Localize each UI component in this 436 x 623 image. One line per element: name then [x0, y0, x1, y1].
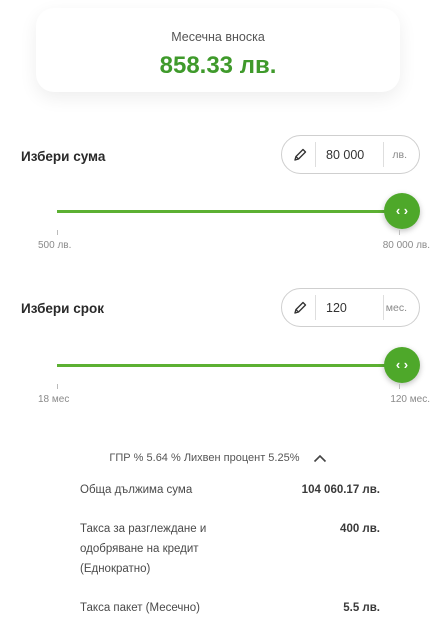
detail-label-package-fee: Такса пакет (Месечно) [80, 602, 200, 614]
amount-input-pill[interactable]: 80 000 лв. [281, 135, 420, 174]
term-max-label: 120 мес. [390, 394, 430, 405]
term-slider-handle[interactable]: ‹ › [384, 347, 420, 383]
term-input-pill[interactable]: 120 мес. [281, 288, 420, 327]
pill-divider [383, 295, 384, 320]
amount-unit: лв. [392, 149, 407, 161]
term-input[interactable]: 120 [326, 301, 347, 315]
amount-slider-handle[interactable]: ‹ › [384, 193, 420, 229]
pill-divider [383, 142, 384, 167]
monthly-payment-value: 858.33 лв. [159, 52, 277, 79]
detail-value-package-fee: 5.5 лв. [343, 602, 380, 614]
term-slider-track[interactable] [57, 364, 400, 367]
chevrons-left-right-icon: ‹ › [395, 203, 409, 218]
pencil-icon[interactable] [292, 147, 308, 163]
term-max-tick [399, 384, 400, 389]
detail-label-total: Обща дължима сума [80, 484, 193, 496]
term-label: Избери срок [21, 301, 104, 316]
pill-divider [315, 295, 316, 320]
pencil-icon[interactable] [292, 300, 308, 316]
rates-summary-toggle[interactable]: ГПР % 5.64 % Лихвен процент 5.25% [0, 452, 436, 464]
monthly-payment-label: Месечна вноска [171, 30, 265, 44]
amount-slider-track[interactable] [57, 210, 400, 213]
term-unit: мес. [385, 302, 407, 314]
monthly-payment-card: Месечна вноска 858.33 лв. [36, 8, 400, 92]
term-min-label: 18 мес [38, 394, 70, 405]
rates-summary-text: ГПР % 5.64 % Лихвен процент 5.25% [109, 452, 300, 464]
amount-input[interactable]: 80 000 [326, 148, 364, 162]
amount-max-tick [399, 230, 400, 235]
amount-max-label: 80 000 лв. [382, 240, 430, 251]
amount-min-tick [57, 230, 58, 235]
pill-divider [315, 142, 316, 167]
amount-label: Избери сума [21, 149, 106, 164]
detail-value-total: 104 060.17 лв. [301, 484, 380, 496]
chevron-up-icon[interactable] [313, 454, 327, 463]
detail-label-review-fee: Такса за разглеждане и одобряване на кре… [80, 523, 207, 575]
amount-min-label: 500 лв. [38, 240, 72, 251]
detail-value-review-fee: 400 лв. [340, 523, 380, 535]
chevrons-left-right-icon: ‹ › [395, 357, 409, 372]
term-min-tick [57, 384, 58, 389]
